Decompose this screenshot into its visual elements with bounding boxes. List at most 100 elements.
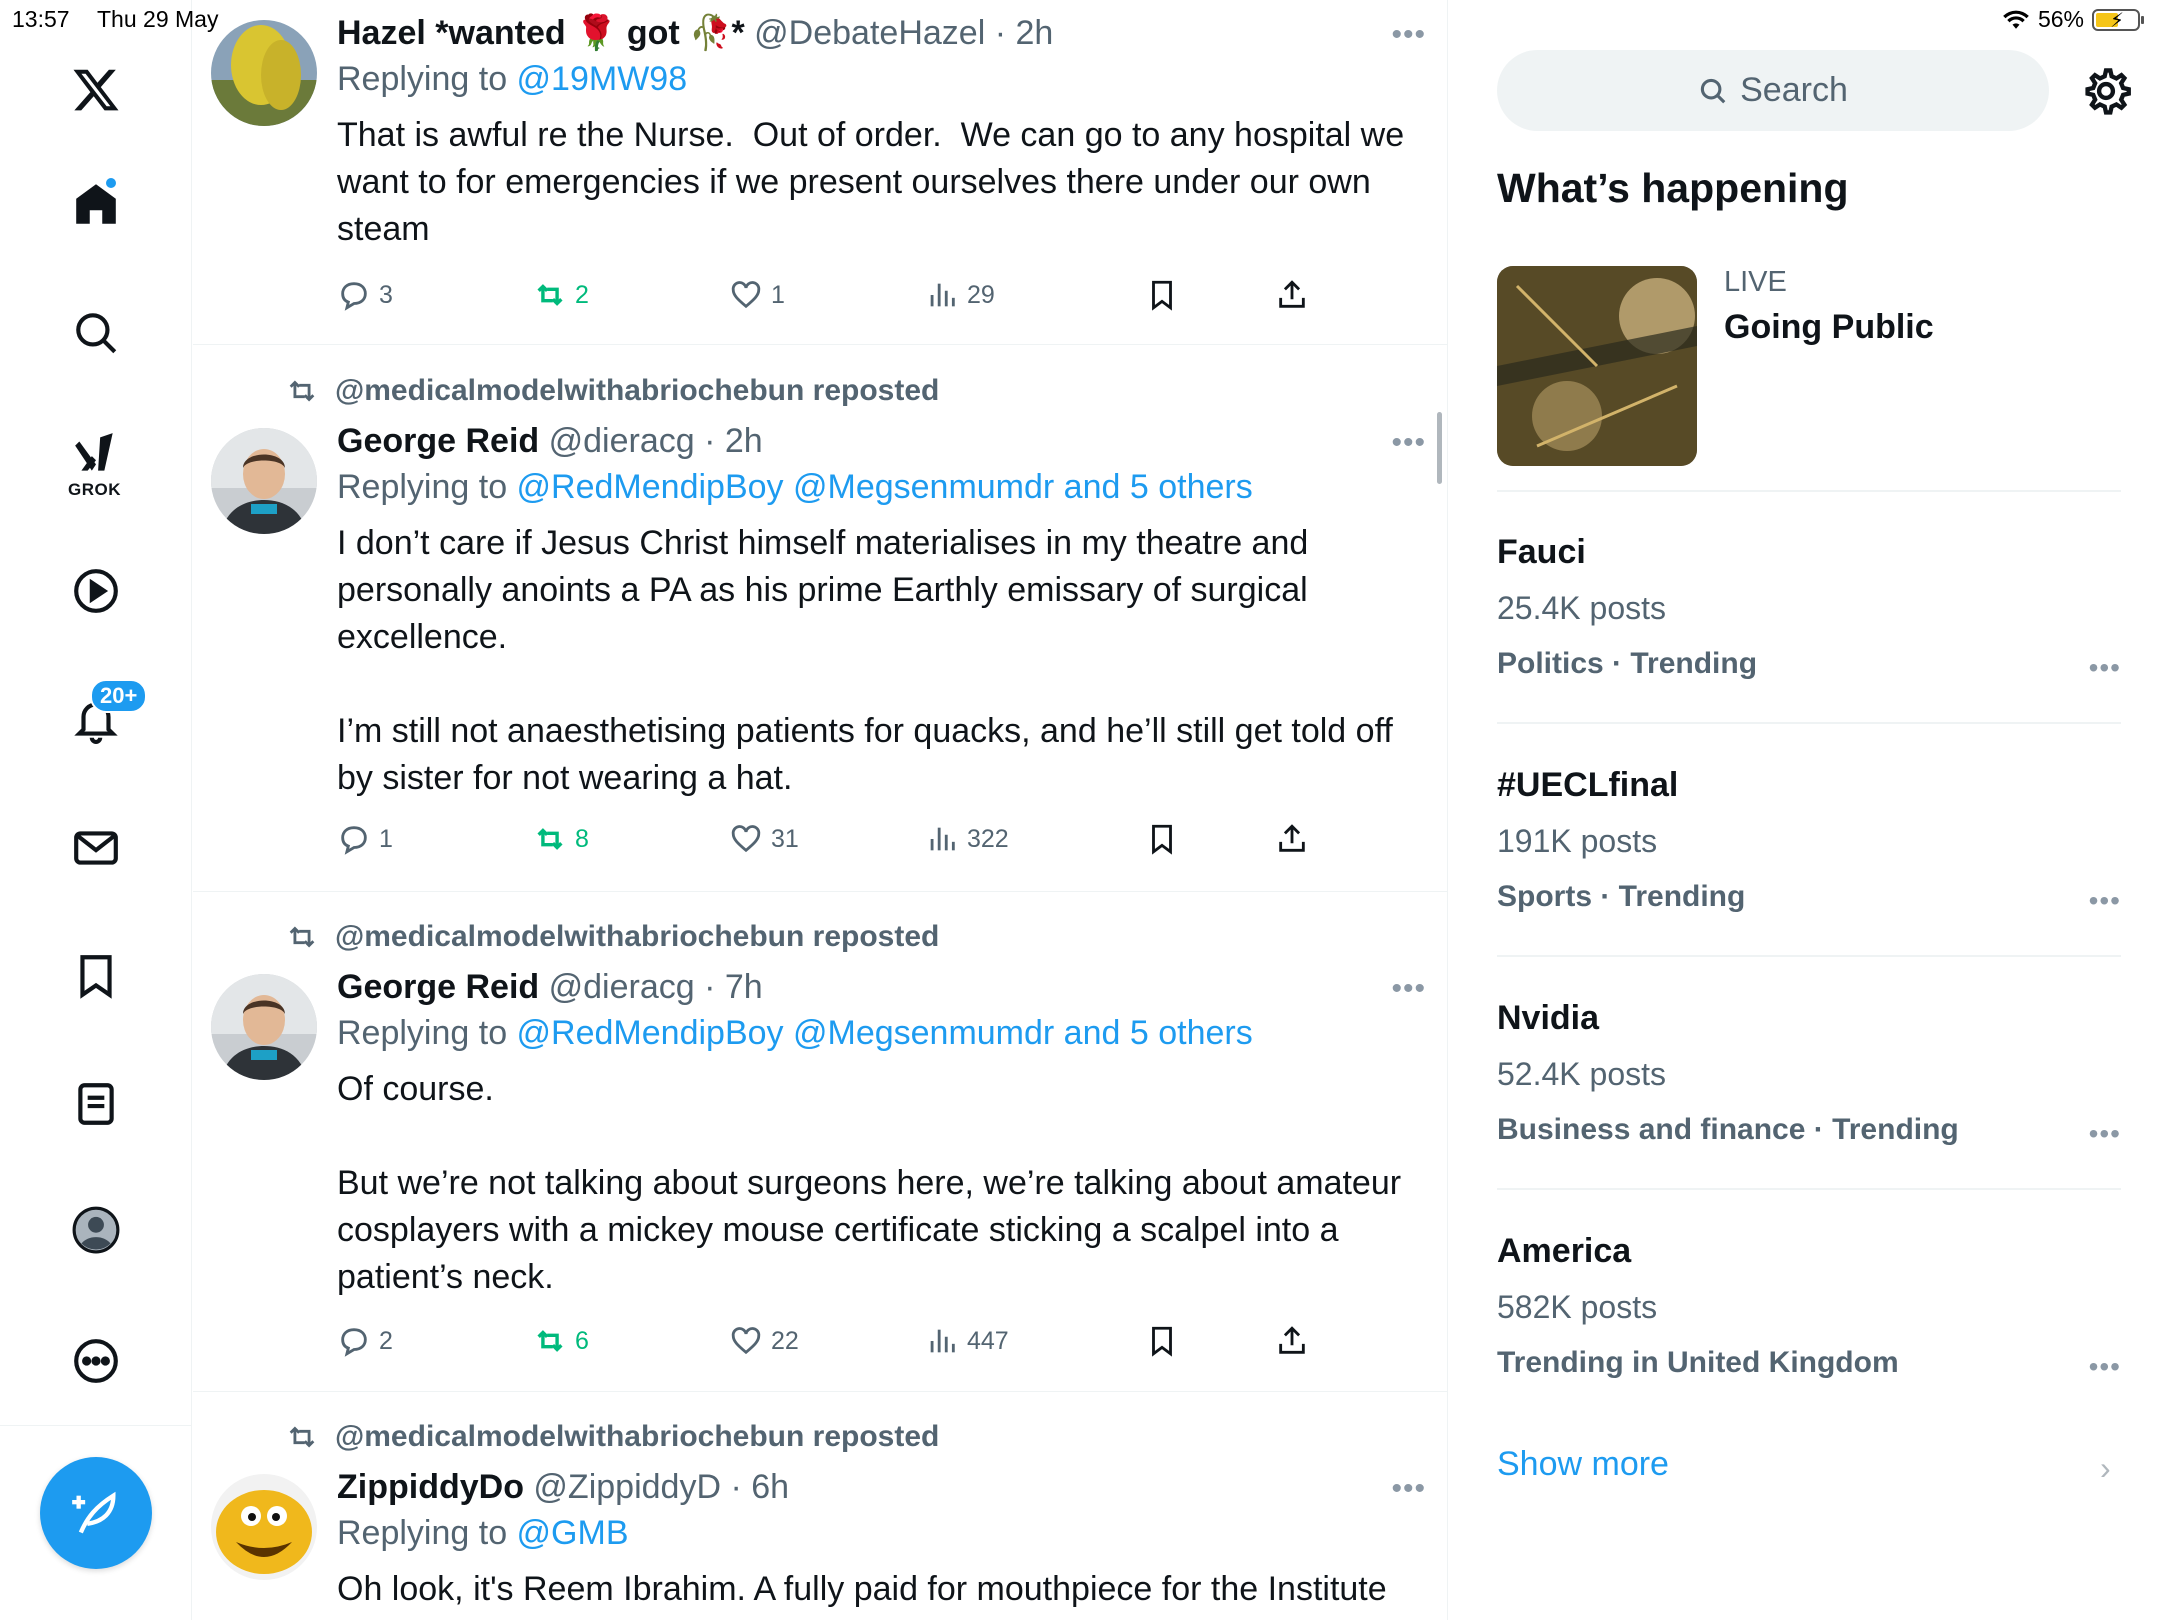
more-icon[interactable]: [60, 1325, 132, 1397]
x-logo-icon[interactable]: [60, 54, 132, 126]
nav-divider: [0, 1425, 192, 1426]
tweet[interactable]: @medicalmodelwithabriochebun reposted Ge…: [193, 892, 1447, 1392]
tweet-time[interactable]: 7h: [725, 968, 763, 1006]
reply-button[interactable]: 1: [337, 822, 393, 856]
repost-button[interactable]: 6: [533, 1324, 589, 1358]
left-nav: GROK 20+: [0, 0, 192, 1620]
bookmark-icon: [1152, 824, 1172, 855]
bookmark-icon: [1152, 1326, 1172, 1357]
trend-more-icon[interactable]: •••: [2089, 1351, 2121, 1383]
repost-button[interactable]: 2: [533, 278, 589, 312]
battery-percent: 56%: [2037, 6, 2084, 32]
trend-category: Trending in United Kingdom: [1497, 1346, 1899, 1379]
tweet-time[interactable]: 2h: [725, 422, 763, 460]
reply-button[interactable]: 2: [337, 1324, 393, 1358]
like-button[interactable]: 1: [729, 278, 785, 312]
tweet-content: ZippiddyDo @ZippiddyD · 6h Replying to @…: [337, 1466, 1420, 1613]
author-handle[interactable]: @ZippiddyD: [533, 1468, 721, 1506]
avatar[interactable]: [211, 974, 317, 1080]
tweet[interactable]: @medicalmodelwithabriochebun reposted Ge…: [193, 346, 1447, 892]
bookmarks-icon[interactable]: [60, 940, 132, 1012]
avatar[interactable]: [211, 428, 317, 534]
reply-button[interactable]: 3: [337, 278, 393, 312]
reply-mentions[interactable]: @19MW98: [517, 60, 688, 98]
notifications-icon[interactable]: 20+: [60, 679, 148, 755]
bookmark-button[interactable]: [1145, 278, 1179, 312]
more-options-icon[interactable]: •••: [1391, 972, 1426, 1006]
tweet[interactable]: @medicalmodelwithabriochebun reposted Zi…: [193, 1392, 1447, 1620]
video-icon[interactable]: [60, 555, 132, 627]
reply-mentions[interactable]: @GMB: [517, 1514, 629, 1552]
like-button[interactable]: 31: [729, 822, 799, 856]
tweet[interactable]: Hazel *wanted 🌹 got 🥀* @DebateHazel · 2h…: [193, 0, 1447, 345]
reply-mentions[interactable]: @RedMendipBoy @Megsenmumdr and 5 others: [517, 468, 1253, 506]
views-button[interactable]: 322: [925, 822, 1009, 856]
scrollbar-thumb[interactable]: [1437, 412, 1442, 484]
trend-item[interactable]: #UECLfinal 191K posts Sports · Trending …: [1497, 763, 2121, 917]
more-options-icon[interactable]: •••: [1391, 426, 1426, 460]
more-options-icon[interactable]: •••: [1391, 1472, 1426, 1506]
reply-mentions[interactable]: @RedMendipBoy @Megsenmumdr and 5 others: [517, 1014, 1253, 1052]
live-thumbnail[interactable]: [1497, 266, 1697, 466]
tweet-content: Hazel *wanted 🌹 got 🥀* @DebateHazel · 2h…: [337, 12, 1420, 253]
views-count: 447: [967, 1326, 1009, 1355]
show-more-link[interactable]: Show more: [1497, 1445, 1669, 1484]
repost-context[interactable]: @medicalmodelwithabriochebun reposted: [285, 920, 939, 954]
trend-topic: #UECLfinal: [1497, 766, 1679, 804]
settings-button[interactable]: [2080, 65, 2132, 117]
author-handle[interactable]: @dieracg: [549, 968, 695, 1006]
search-input[interactable]: Search: [1497, 50, 2049, 131]
trend-item[interactable]: America 582K posts Trending in United Ki…: [1497, 1229, 2121, 1383]
gear-icon: [2085, 68, 2131, 115]
avatar[interactable]: [211, 1474, 317, 1580]
author-name[interactable]: George Reid: [337, 968, 539, 1006]
heart-icon: [731, 1327, 761, 1355]
repost-icon: [537, 828, 563, 850]
views-button[interactable]: 29: [925, 278, 995, 312]
compose-icon: [72, 1491, 116, 1534]
tweet-actions: 1 8 31 322: [337, 822, 1337, 862]
repost-count: 2: [575, 280, 589, 309]
like-button[interactable]: 22: [729, 1324, 799, 1358]
trend-more-icon[interactable]: •••: [2089, 885, 2121, 917]
share-icon: [1279, 824, 1305, 852]
trend-item[interactable]: Fauci 25.4K posts Politics · Trending ••…: [1497, 530, 2121, 684]
chevron-right-icon: ›: [2100, 1450, 2111, 1486]
messages-icon[interactable]: [60, 812, 132, 884]
views-count: 322: [967, 824, 1009, 853]
trend-item[interactable]: Nvidia 52.4K posts Business and finance …: [1497, 996, 2121, 1150]
views-button[interactable]: 447: [925, 1324, 1009, 1358]
trend-more-icon[interactable]: •••: [2089, 1118, 2121, 1150]
wifi-icon: [2003, 10, 2029, 29]
like-count: 31: [771, 824, 799, 853]
lists-icon[interactable]: [60, 1068, 132, 1140]
home-icon[interactable]: [60, 168, 132, 240]
whats-happening-title: What’s happening: [1497, 165, 1849, 211]
search-nav-icon[interactable]: [60, 297, 132, 369]
share-button[interactable]: [1275, 822, 1309, 856]
views-icon: [930, 1329, 955, 1353]
bookmark-button[interactable]: [1145, 822, 1179, 856]
share-icon: [1279, 280, 1305, 308]
compose-button[interactable]: [40, 1457, 152, 1569]
author-handle[interactable]: @dieracg: [549, 422, 695, 460]
author-name[interactable]: ZippiddyDo: [337, 1468, 524, 1506]
reply-context: Replying to @RedMendipBoy @Megsenmumdr a…: [337, 1014, 1253, 1052]
share-button[interactable]: [1275, 278, 1309, 312]
live-title[interactable]: Going Public: [1724, 308, 1934, 347]
trend-count: 52.4K posts: [1497, 1056, 1666, 1092]
tweet-text: Oh look, it's Reem Ibrahim. A fully paid…: [337, 1570, 1387, 1608]
share-button[interactable]: [1275, 1324, 1309, 1358]
divider: [1497, 490, 2121, 492]
repost-context[interactable]: @medicalmodelwithabriochebun reposted: [285, 374, 939, 408]
views-count: 29: [967, 280, 995, 309]
author-name[interactable]: George Reid: [337, 422, 539, 460]
heart-icon: [731, 281, 761, 309]
repost-context[interactable]: @medicalmodelwithabriochebun reposted: [285, 1420, 939, 1454]
bookmark-button[interactable]: [1145, 1324, 1179, 1358]
repost-button[interactable]: 8: [533, 822, 589, 856]
trend-more-icon[interactable]: •••: [2089, 652, 2121, 684]
profile-icon[interactable]: [60, 1194, 132, 1266]
search-placeholder: Search: [1740, 71, 1848, 109]
tweet-time[interactable]: 6h: [751, 1468, 789, 1506]
